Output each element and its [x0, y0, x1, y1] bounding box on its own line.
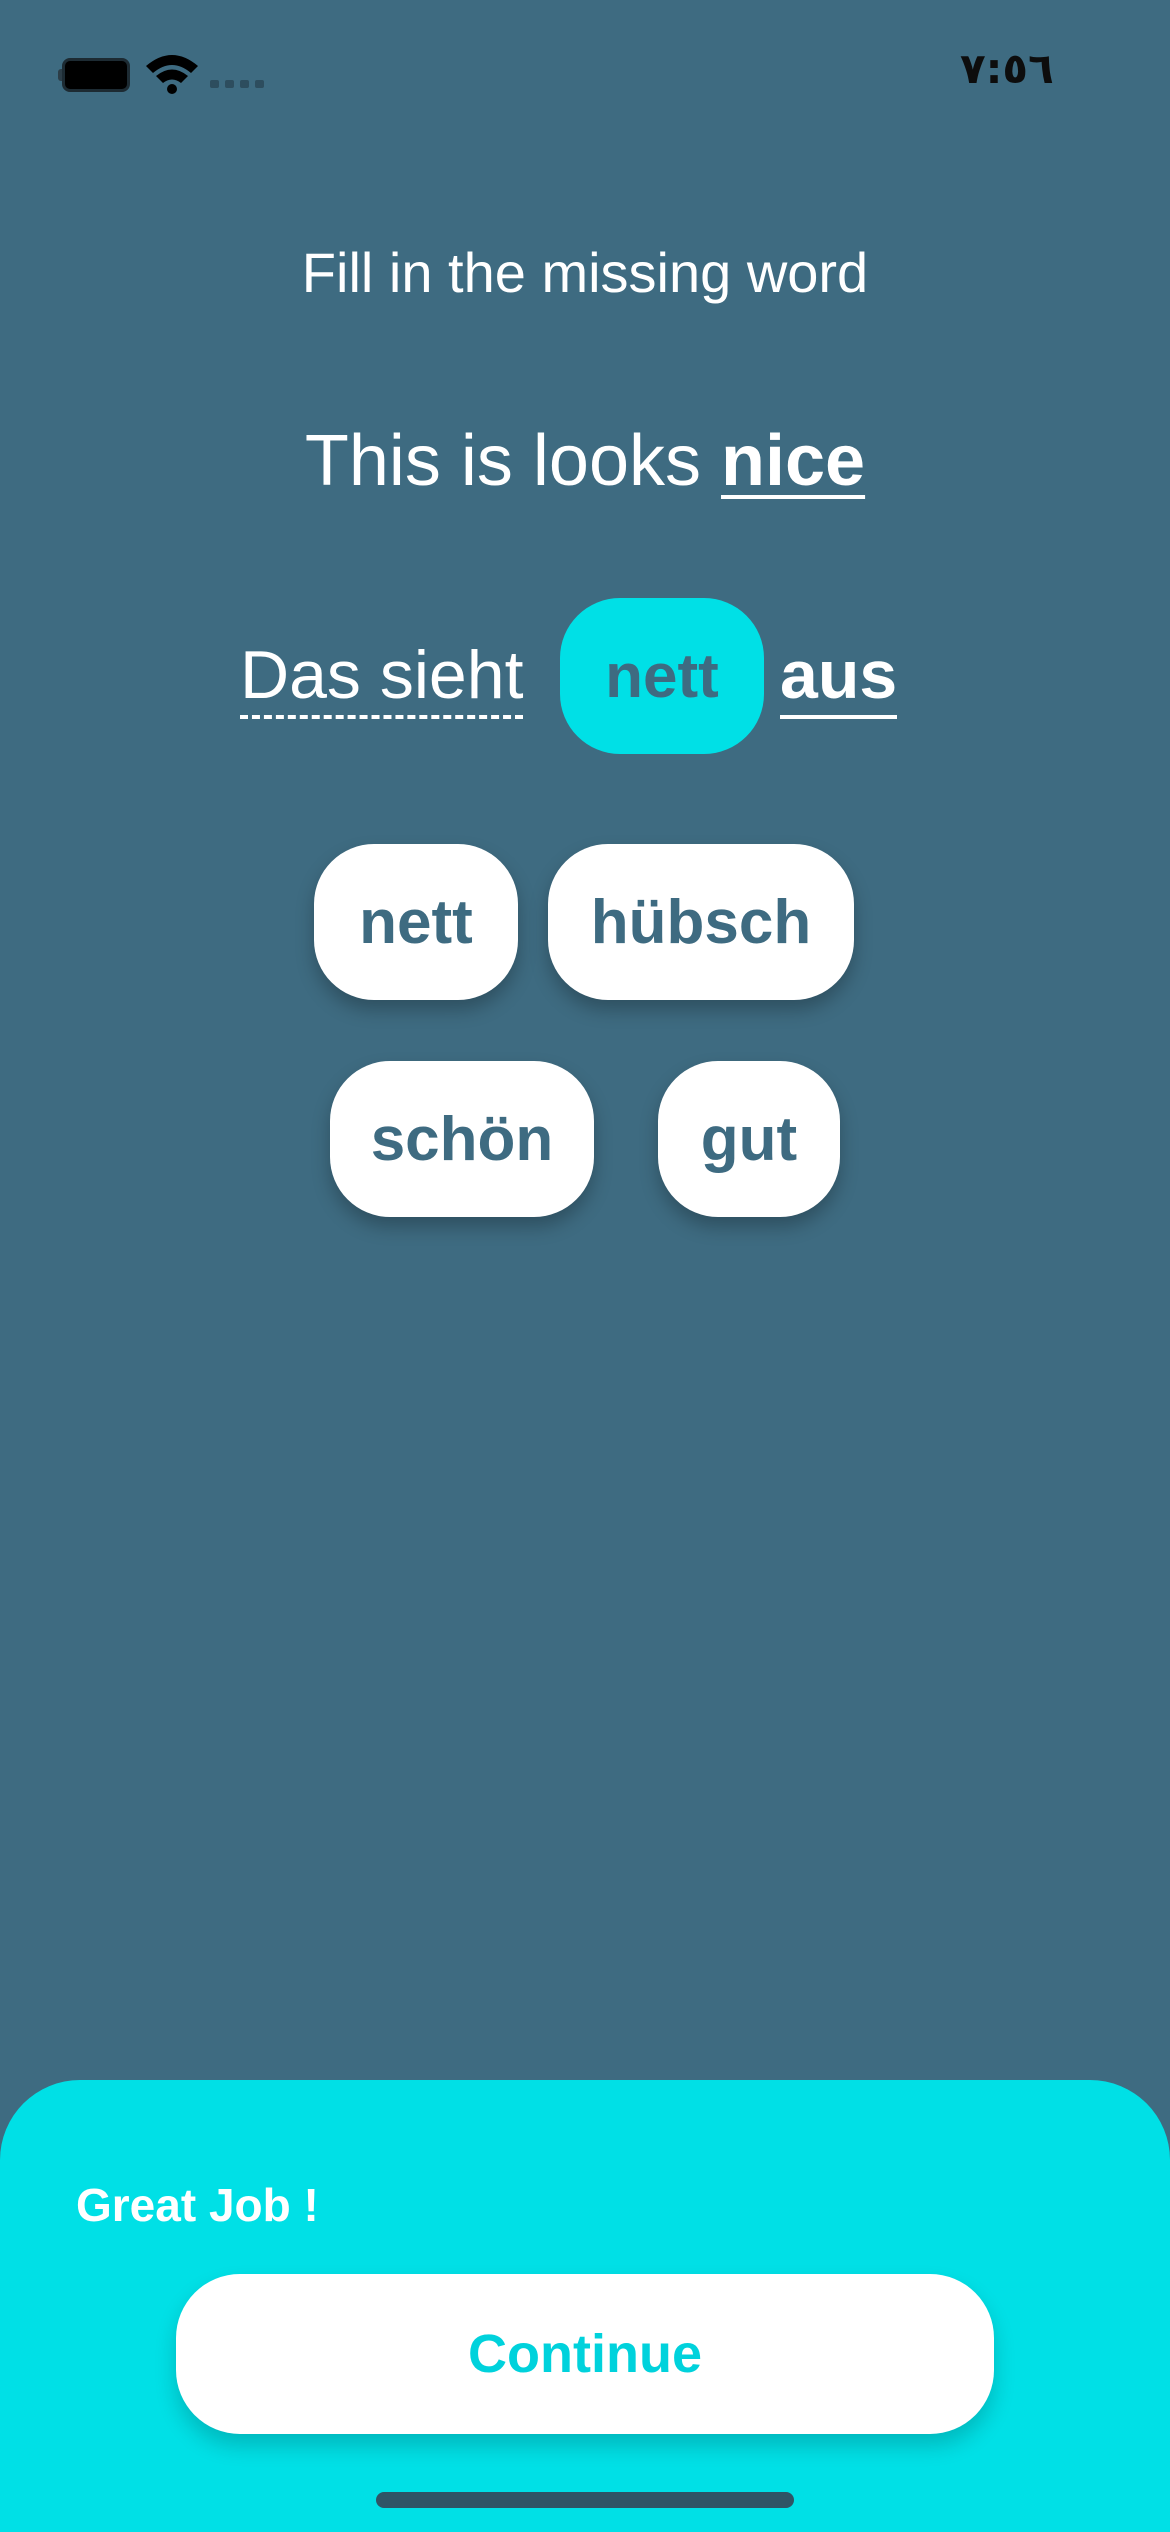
- exercise-screen: ٧:٥٦ Fill in the missing word This is lo…: [0, 0, 1170, 2532]
- option-gut-button[interactable]: gut: [658, 1061, 840, 1217]
- continue-button[interactable]: Continue: [176, 2274, 994, 2434]
- answer-slot[interactable]: nett: [560, 598, 764, 754]
- status-time: ٧:٥٦: [960, 44, 1054, 93]
- source-target-word: nice: [721, 421, 866, 501]
- option-hubsch-button[interactable]: hübsch: [548, 844, 854, 1000]
- source-prefix: This is looks: [304, 421, 722, 501]
- feedback-sheet: Great Job ! Continue: [0, 2080, 1170, 2532]
- status-bar: ٧:٥٦: [0, 0, 1170, 150]
- home-indicator[interactable]: [376, 2492, 794, 2508]
- translation-prefix[interactable]: Das sieht: [240, 638, 524, 719]
- option-nett-button[interactable]: nett: [314, 844, 518, 1000]
- instruction-text: Fill in the missing word: [301, 241, 869, 304]
- option-schon-button[interactable]: schön: [330, 1061, 594, 1217]
- source-sentence: This is looks nice: [0, 420, 1170, 502]
- translation-suffix[interactable]: aus: [780, 638, 898, 719]
- feedback-title: Great Job !: [76, 2179, 319, 2231]
- translation-sentence: Das sieht nett aus: [0, 598, 1170, 754]
- wifi-icon: [146, 55, 198, 94]
- battery-icon: [58, 58, 130, 92]
- cellular-signal-icon: [210, 80, 266, 90]
